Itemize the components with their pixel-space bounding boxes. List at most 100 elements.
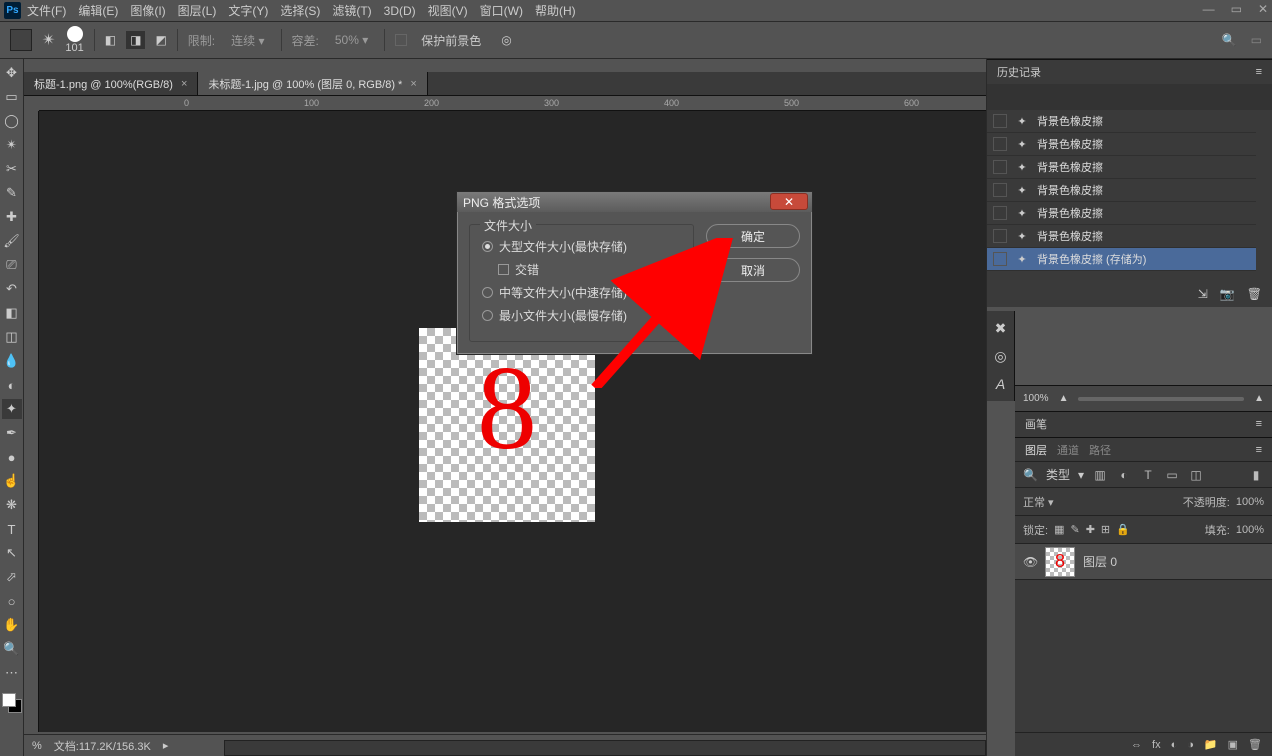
option-large[interactable]: 大型文件大小(最快存储) <box>482 235 681 258</box>
restore-icon[interactable]: ▭ <box>1231 2 1242 16</box>
menu-layer[interactable]: 图层(L) <box>172 2 223 19</box>
history-item[interactable]: ✦背景色橡皮擦 <box>987 133 1256 156</box>
option-medium[interactable]: 中等文件大小(中速存储) <box>482 281 681 304</box>
lock-all-icon[interactable]: 🔒 <box>1116 523 1130 536</box>
scrollbar[interactable] <box>224 740 986 756</box>
opacity-value[interactable]: 100% <box>1236 496 1264 508</box>
history-checkbox[interactable] <box>993 252 1007 266</box>
ok-button[interactable]: 确定 <box>706 224 800 248</box>
dialog-titlebar[interactable]: PNG 格式选项 ✕ <box>457 192 812 212</box>
move-tool-icon[interactable]: ✥ <box>2 63 22 83</box>
drip-tool-icon[interactable]: ● <box>2 447 22 467</box>
trash-icon[interactable]: 🗑 <box>1248 738 1262 751</box>
history-checkbox[interactable] <box>993 206 1007 220</box>
path-select-tool-icon[interactable]: ↖ <box>2 543 22 563</box>
tolerance-dropdown[interactable]: 50% ▾ <box>329 33 374 47</box>
radio-icon[interactable] <box>482 287 493 298</box>
filter-toggle-icon[interactable]: ▮ <box>1248 468 1264 482</box>
sample-icon-2[interactable]: ◨ <box>126 31 145 49</box>
search-icon[interactable]: 🔍 <box>1023 468 1038 482</box>
folder-icon[interactable]: 📁 <box>1204 738 1218 751</box>
new-layer-icon[interactable]: ▣ <box>1228 738 1238 751</box>
history-item[interactable]: ✦背景色橡皮擦 <box>987 156 1256 179</box>
new-doc-state-icon[interactable]: ⇲ <box>1198 287 1208 301</box>
settings-icon[interactable]: ✖ <box>992 319 1010 337</box>
menu-filter[interactable]: 滤镜(T) <box>326 2 377 19</box>
lasso-tool-icon[interactable]: ◯ <box>2 111 22 131</box>
close-tab-icon[interactable]: × <box>181 78 187 90</box>
filter-type-label[interactable]: 类型 <box>1046 466 1070 483</box>
dodge-tool-icon[interactable]: ◐ <box>2 375 22 395</box>
sponge-tool-icon[interactable]: ❋ <box>2 495 22 515</box>
brush-tool-icon[interactable]: 🖌 <box>2 231 22 251</box>
panel-menu-icon[interactable]: ≡ <box>1256 444 1262 456</box>
foreground-swatch-icon[interactable] <box>2 693 16 707</box>
edit-toolbar-icon[interactable]: ⋯ <box>2 663 22 683</box>
history-item[interactable]: ✦背景色橡皮擦 <box>987 202 1256 225</box>
document-tab[interactable]: 未标题-1.jpg @ 100% (图层 0, RGB/8) * × <box>198 72 427 95</box>
limit-dropdown[interactable]: 连续 ▾ <box>225 32 270 49</box>
history-list[interactable]: ✦背景色橡皮擦 ✦背景色橡皮擦 ✦背景色橡皮擦 ✦背景色橡皮擦 ✦背景色橡皮擦 … <box>987 110 1256 281</box>
blend-mode-dropdown[interactable]: 正常 ▾ <box>1023 494 1054 510</box>
history-brush-tool-icon[interactable]: ↶ <box>2 279 22 299</box>
camera-icon[interactable]: 📷 <box>1220 287 1235 301</box>
bg-eraser-tool-icon[interactable]: ✦ <box>2 399 22 419</box>
lock-artboard-icon[interactable]: ⊞ <box>1101 523 1110 536</box>
direct-select-tool-icon[interactable]: ⬀ <box>2 567 22 587</box>
lock-position-icon[interactable]: ✚ <box>1086 523 1095 536</box>
history-checkbox[interactable] <box>993 114 1007 128</box>
dialog-close-button[interactable]: ✕ <box>770 193 808 210</box>
menu-select[interactable]: 选择(S) <box>274 2 326 19</box>
pen-tool-icon[interactable]: ✒ <box>2 423 22 443</box>
menu-3d[interactable]: 3D(D) <box>378 4 422 18</box>
brush-preview-icon[interactable] <box>67 26 83 42</box>
history-checkbox[interactable] <box>993 137 1007 151</box>
sample-icon-3[interactable]: ◩ <box>155 33 166 47</box>
zoom-tool-icon[interactable]: 🔍 <box>2 639 22 659</box>
visibility-icon[interactable]: 👁 <box>1023 555 1037 569</box>
layer-list[interactable]: 👁 8 图层 0 <box>1015 544 1272 756</box>
option-interlace[interactable]: 交错 <box>482 258 681 281</box>
history-item[interactable]: ✦背景色橡皮擦 (存储为) <box>987 248 1256 271</box>
lock-paint-icon[interactable]: ✎ <box>1070 523 1079 536</box>
marquee-tool-icon[interactable]: ▭ <box>2 87 22 107</box>
menu-help[interactable]: 帮助(H) <box>529 2 582 19</box>
shape-tool-icon[interactable]: ○ <box>2 591 22 611</box>
gradient-tool-icon[interactable]: ◫ <box>2 327 22 347</box>
type-tool-icon[interactable]: T <box>2 519 22 539</box>
layer-thumbnail[interactable]: 8 <box>1045 547 1075 577</box>
zoom-in-icon[interactable]: ▲ <box>1254 393 1264 404</box>
history-item[interactable]: ✦背景色橡皮擦 <box>987 225 1256 248</box>
fill-value[interactable]: 100% <box>1236 524 1264 536</box>
adjustment-icon[interactable]: ◑ <box>1187 739 1194 751</box>
workspace-icon[interactable]: ▭ <box>1251 33 1262 47</box>
history-item[interactable]: ✦背景色橡皮擦 <box>987 179 1256 202</box>
menu-window[interactable]: 窗口(W) <box>474 2 529 19</box>
menu-file[interactable]: 文件(F) <box>21 2 72 19</box>
sample-icon-1[interactable]: ◧ <box>105 33 116 47</box>
cancel-button[interactable]: 取消 <box>706 258 800 282</box>
filter-type-icon[interactable]: T <box>1140 468 1156 482</box>
color-swatches[interactable] <box>2 693 22 713</box>
tab-channels[interactable]: 通道 <box>1057 442 1079 458</box>
close-tab-icon[interactable]: × <box>410 78 416 90</box>
zoom-value[interactable]: 100% <box>1023 393 1049 404</box>
blur-tool-icon[interactable]: 💧 <box>2 351 22 371</box>
option-small[interactable]: 最小文件大小(最慢存储) <box>482 304 681 327</box>
tab-paths[interactable]: 路径 <box>1089 442 1111 458</box>
zoom-slider[interactable] <box>1078 397 1244 401</box>
current-tool-icon[interactable] <box>10 29 32 51</box>
history-item[interactable]: ✦背景色橡皮擦 <box>987 110 1256 133</box>
chevron-right-icon[interactable]: ▸ <box>163 739 169 752</box>
minimize-icon[interactable]: — <box>1203 2 1215 16</box>
layer-name[interactable]: 图层 0 <box>1083 553 1117 570</box>
magic-wand-tool-icon[interactable]: ✴ <box>2 135 22 155</box>
magic-wand-icon[interactable]: ✴ <box>42 30 55 50</box>
trash-icon[interactable]: 🗑 <box>1247 287 1262 301</box>
zoom-out-icon[interactable]: ▲ <box>1059 393 1069 404</box>
layer-row[interactable]: 👁 8 图层 0 <box>1015 544 1272 580</box>
eraser-tool-icon[interactable]: ◧ <box>2 303 22 323</box>
zoom-field[interactable]: % <box>32 740 42 752</box>
link-icon[interactable]: ⇔ <box>1131 739 1142 751</box>
cc-libraries-icon[interactable]: ◎ <box>992 347 1010 365</box>
